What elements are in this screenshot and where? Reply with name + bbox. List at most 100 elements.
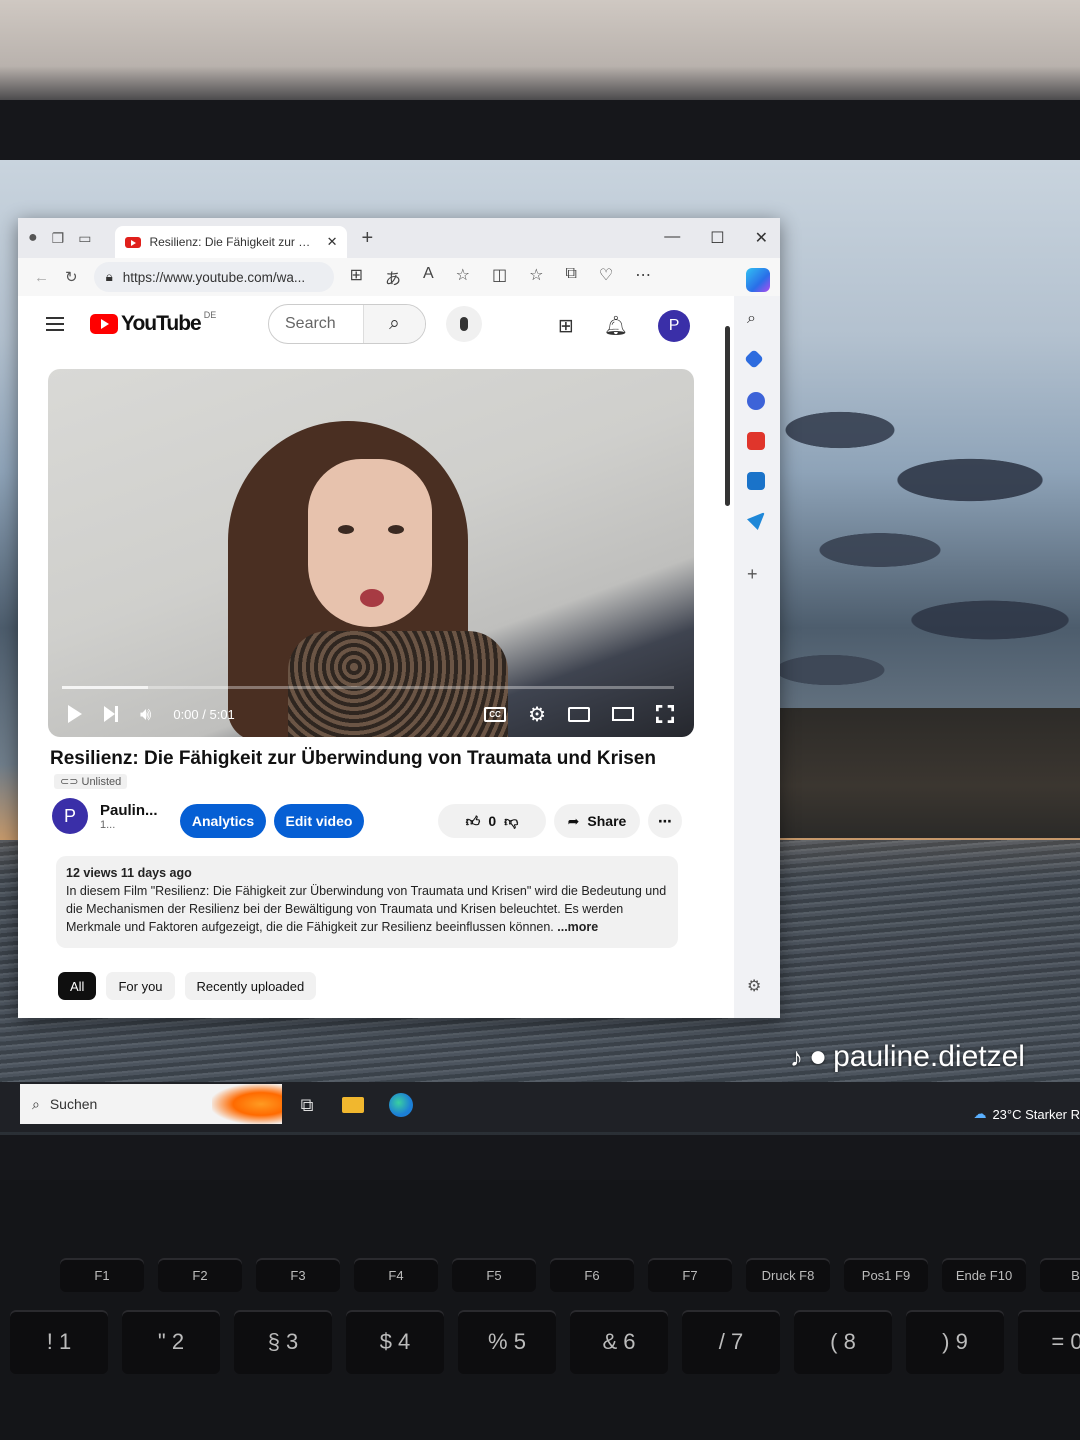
app-available-icon[interactable]: ⊞: [350, 265, 363, 289]
menu-icon[interactable]: [46, 317, 64, 331]
search-highlight-icon: [212, 1084, 282, 1124]
collections-icon[interactable]: ❐: [52, 230, 65, 247]
create-video-icon[interactable]: ⊞: [558, 315, 574, 338]
number-key: ! 1: [10, 1310, 108, 1374]
page-scrollbar[interactable]: [725, 326, 730, 506]
chip-recently-uploaded[interactable]: Recently uploaded: [184, 972, 317, 1000]
file-explorer-icon[interactable]: [338, 1090, 368, 1120]
more-link[interactable]: ...more: [557, 920, 598, 934]
region-code: DE: [203, 310, 217, 320]
views-and-date: 12 views 11 days ago: [66, 866, 192, 880]
sidebar-search-icon[interactable]: ⌕: [747, 310, 765, 328]
translate-icon[interactable]: あ: [385, 265, 401, 289]
browser-essentials-icon[interactable]: ♡: [599, 265, 613, 289]
number-key: ( 8: [794, 1310, 892, 1374]
like-button[interactable]: 👍︎ 0: [466, 813, 496, 830]
function-key-row: F1 F2 F3 F4 F5 F6 F7 Druck F8 Pos1 F9 Ende F10 Bil…: [60, 1258, 1080, 1292]
tiktok-logo-icon: ♪: [790, 1041, 803, 1072]
channel-name[interactable]: Paulin...: [100, 802, 158, 819]
profile-icon[interactable]: ●: [28, 229, 38, 247]
number-key: / 7: [682, 1310, 780, 1374]
edit-video-button[interactable]: Edit video: [274, 804, 364, 838]
watermark-username: pauline.dietzel: [833, 1040, 1025, 1073]
number-key: % 5: [458, 1310, 556, 1374]
user-icon: ●: [809, 1040, 828, 1073]
notifications-bell-icon[interactable]: 🔔︎: [604, 314, 628, 338]
edge-taskbar-icon[interactable]: [386, 1090, 416, 1120]
progress-bar[interactable]: [62, 686, 674, 689]
sidebar-settings-icon[interactable]: ⚙: [747, 976, 765, 995]
weather-widget[interactable]: ☁ 23°C Starker R: [973, 1106, 1080, 1122]
chip-for-you[interactable]: For you: [106, 972, 175, 1000]
maximize-icon[interactable]: ☐: [710, 228, 724, 248]
next-icon[interactable]: [104, 706, 118, 722]
function-key: F7: [648, 1258, 732, 1292]
share-button[interactable]: ➦ Share: [554, 804, 640, 838]
fullscreen-icon[interactable]: [656, 705, 674, 723]
player-controls: 🔊︎ 0:00 / 5:01 CC ⚙: [48, 691, 694, 737]
tab-youtube[interactable]: Resilienz: Die Fähigkeit zur Über ✕: [115, 226, 348, 258]
analytics-button[interactable]: Analytics: [180, 804, 266, 838]
tab-actions-icon[interactable]: ▭: [78, 230, 91, 247]
sidebar-shopping-icon[interactable]: [744, 349, 764, 369]
settings-gear-icon[interactable]: ⚙: [528, 702, 546, 727]
search-icon: ⌕: [32, 1095, 40, 1112]
youtube-logo[interactable]: YouTube DE: [90, 310, 217, 336]
function-key: F5: [452, 1258, 536, 1292]
back-icon[interactable]: ←: [34, 269, 49, 286]
sidebar-tools-icon[interactable]: [747, 392, 765, 410]
volume-icon[interactable]: 🔊︎: [140, 704, 151, 725]
split-screen-icon[interactable]: ◫: [492, 265, 507, 289]
channel-info: P Paulin... 1...: [52, 798, 158, 834]
close-tab-icon[interactable]: ✕: [327, 234, 338, 250]
search-input[interactable]: Search: [269, 315, 363, 333]
more-actions-button[interactable]: ⋯: [648, 804, 682, 838]
favorite-star-icon[interactable]: ☆: [456, 265, 470, 289]
url-field[interactable]: 🔒︎ https://www.youtube.com/wa...: [93, 262, 334, 292]
minimize-icon[interactable]: —: [664, 228, 680, 248]
number-key: & 6: [570, 1310, 668, 1374]
youtube-header: YouTube DE Search ⌕ ⊞ 🔔︎ P: [18, 296, 734, 352]
read-aloud-icon[interactable]: A: [423, 265, 434, 289]
visibility-label: Unlisted: [81, 776, 122, 788]
voice-search-icon[interactable]: [446, 306, 482, 342]
time-display: 0:00 / 5:01: [173, 706, 235, 722]
number-key: " 2: [122, 1310, 220, 1374]
close-window-icon[interactable]: ✕: [755, 228, 768, 248]
sidebar-add-icon[interactable]: +: [747, 564, 765, 584]
account-avatar[interactable]: P: [658, 310, 691, 342]
sidebar-outlook-icon[interactable]: [747, 472, 765, 490]
copilot-icon[interactable]: [746, 268, 770, 292]
search-icon[interactable]: ⌕: [363, 305, 425, 343]
captions-icon[interactable]: CC: [484, 706, 507, 722]
like-count: 0: [488, 813, 497, 829]
dislike-button[interactable]: 👎︎: [504, 813, 518, 830]
more-menu-icon[interactable]: ⋯: [635, 265, 651, 289]
unlisted-badge: ⊂⊃ Unlisted: [54, 774, 128, 789]
function-key: Bild: [1040, 1258, 1080, 1292]
channel-avatar[interactable]: P: [52, 798, 88, 834]
tiktok-watermark: ♪ ● pauline.dietzel: [790, 1040, 1025, 1074]
sidebar-games-icon[interactable]: [747, 432, 765, 450]
task-view-icon[interactable]: ⧉: [292, 1090, 322, 1120]
video-player[interactable]: 🔊︎ 0:00 / 5:01 CC ⚙: [48, 369, 694, 737]
chip-all[interactable]: All: [58, 972, 97, 1000]
refresh-icon[interactable]: ↻: [65, 268, 78, 286]
favorites-icon[interactable]: ☆: [529, 265, 543, 289]
description-box[interactable]: 12 views 11 days ago In diesem Film "Res…: [56, 856, 678, 948]
wallpaper-clouds: [760, 370, 1080, 710]
taskbar-search-input[interactable]: Suchen: [50, 1096, 97, 1112]
number-key: = 0: [1018, 1310, 1080, 1374]
search-bar[interactable]: Search ⌕: [268, 304, 426, 344]
miniplayer-icon[interactable]: [568, 706, 590, 722]
taskbar-search[interactable]: ⌕ Suchen: [20, 1084, 282, 1124]
new-tab-icon[interactable]: +: [361, 227, 373, 250]
sidebar-send-icon[interactable]: [747, 512, 765, 530]
address-actions: ⊞ あ A ☆ ◫ ☆ ⧉ ♡ ⋯: [350, 265, 652, 289]
youtube-play-logo-icon: [90, 314, 118, 334]
number-key-row: ! 1 " 2 § 3 $ 4% 5 & 6/ 7( 8) 9 = 0: [10, 1310, 1080, 1374]
theater-mode-icon[interactable]: [612, 707, 634, 721]
wallpaper-town: [760, 708, 1080, 838]
play-icon[interactable]: [68, 705, 82, 723]
collections-icon[interactable]: ⧉: [565, 265, 576, 289]
